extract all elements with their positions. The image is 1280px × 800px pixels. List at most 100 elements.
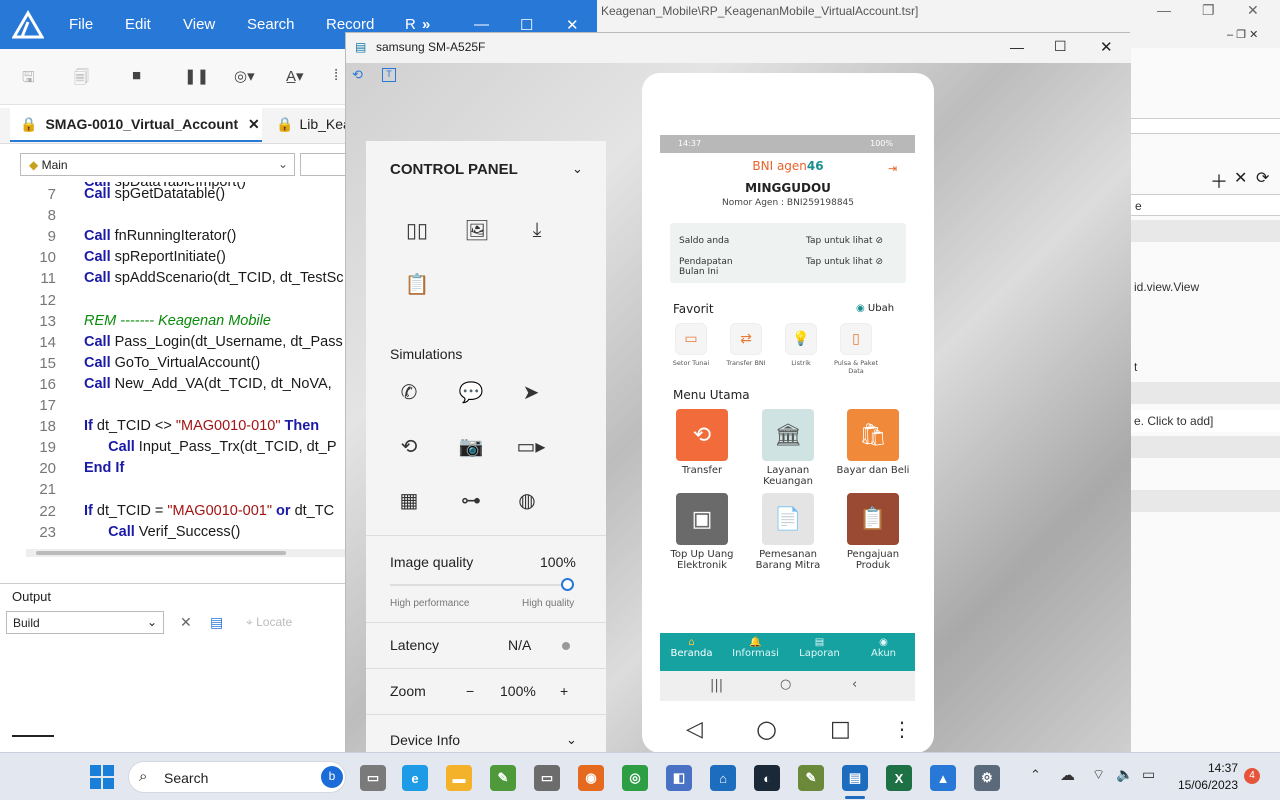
menu-layanan-keuangan[interactable]: 🏛 Layanan Keuangan [751,409,825,487]
spy-icon[interactable]: A̲▾ [286,67,304,85]
maximize-icon[interactable]: ☐ [1054,38,1067,55]
download-icon[interactable]: ⤓ [522,215,552,245]
logout-icon[interactable]: ⇥ [888,162,897,175]
taskbar-search[interactable]: ⌕ Search b [128,761,346,793]
tap-saldo[interactable]: Tap untuk lihat ⊘ [806,236,883,246]
home-icon[interactable]: ○ [780,677,791,692]
ubah-button[interactable]: ◉ Ubah [856,303,894,314]
chevron-more-icon[interactable]: » [422,16,430,33]
volume-icon[interactable]: 🔈 [1116,766,1133,783]
edge-icon[interactable]: e [402,765,428,791]
chevron-down-icon[interactable]: ⌄ [566,732,577,748]
nav-informasi[interactable]: 🔔 Informasi [724,633,787,671]
menu-transfer[interactable]: ⟲ Transfer [665,409,739,476]
overview-icon[interactable]: □ [830,717,851,742]
home-icon[interactable]: ○ [756,715,777,743]
file-explorer-icon[interactable]: ▬ [446,765,472,791]
chevron-down-icon[interactable]: ⌄ [572,161,583,177]
clock-date[interactable]: 15/06/2023 [1172,778,1238,792]
app-icon[interactable]: ▭ [534,765,560,791]
rotate-icon[interactable]: ⟲ [352,67,363,83]
app-icon[interactable]: ⌂ [710,765,736,791]
battery-icon[interactable]: ⟲ [394,431,424,461]
menu-view[interactable]: View [183,16,215,33]
back-icon[interactable]: ◁ [686,717,703,742]
network-icon[interactable]: ◍ [512,485,542,515]
delete-icon[interactable]: ✕ [1234,168,1247,188]
add-icon[interactable]: ＋ [1210,168,1228,194]
minimize-icon[interactable]: — [474,16,489,33]
zoom-in-button[interactable]: + [560,683,568,699]
minimize-icon[interactable]: — [1157,2,1171,18]
recents-icon[interactable]: ||| [710,678,723,693]
close-tab-icon[interactable]: ✕ [242,116,260,132]
device-rotate-icon[interactable]: ▯▯ [402,215,432,245]
menu-top-up[interactable]: ▣ Top Up Uang Elektronik [665,493,739,571]
event-select[interactable] [300,153,345,176]
zoom-out-button[interactable]: − [466,683,474,699]
save-all-icon[interactable]: 🗐 [74,67,89,92]
favorite-listrik[interactable]: 💡 Listrik [772,323,830,367]
tab-lib[interactable]: 🔒 Lib_Kea [270,108,350,142]
menu-pemesanan[interactable]: 📄 Pemesanan Barang Mitra [751,493,825,571]
tab-smag-0010[interactable]: 🔒 SMAG-0010_Virtual_Account ✕ [10,108,262,142]
menu-search[interactable]: Search [247,16,295,33]
qr-code-icon[interactable]: ▦ [394,485,424,515]
locate-button[interactable]: ⌖ Locate [246,615,292,630]
output-source-select[interactable]: Build ⌄ [6,611,164,634]
inner-window-controls[interactable]: ‒ ❐ ✕ [1227,28,1258,41]
clear-output-icon[interactable]: ✕ [180,614,192,631]
location-icon[interactable]: ➤ [516,377,546,407]
favorite-setor-tunai[interactable]: ▭ Setor Tunai [662,323,720,367]
nav-beranda[interactable]: ⌂ Beranda [660,633,723,671]
app-icon[interactable]: ◧ [666,765,692,791]
right-panel-field[interactable] [1130,118,1280,134]
fingerprint-icon[interactable]: ⊶ [456,485,486,515]
steam-icon[interactable]: ◐ [754,765,780,791]
stop-icon[interactable]: ■ [132,67,141,84]
camera-icon[interactable]: 📷 [456,431,486,461]
phone-icon[interactable]: ✆ [394,377,424,407]
excel-icon[interactable]: X [886,765,912,791]
refresh-icon[interactable]: ⟳ [1256,168,1269,188]
settings-icon[interactable]: ⚙ [974,765,1000,791]
windows-start-icon[interactable] [90,765,114,789]
notification-badge[interactable]: 4 [1244,768,1260,784]
emulator-taskbar-icon[interactable]: ▤ [842,765,868,791]
clock-time[interactable]: 14:37 [1172,761,1238,775]
ide-taskbar-icon[interactable]: ▲ [930,765,956,791]
firefox-icon[interactable]: ◉ [578,765,604,791]
video-icon[interactable]: ▭▸ [516,431,546,461]
menu-bayar-beli[interactable]: 🛍 Bayar dan Beli [836,409,910,476]
screenshot-icon[interactable]: 🖼 [462,215,492,245]
app-icon[interactable]: ✎ [490,765,516,791]
tap-pendapatan[interactable]: Tap untuk lihat ⊘ [806,257,883,267]
battery-icon[interactable]: ▭ [1142,766,1155,783]
menu-pengajuan[interactable]: 📋 Pengajuan Produk [836,493,910,571]
text-icon[interactable]: T [382,68,396,82]
menu-file[interactable]: File [69,16,93,33]
wrap-icon[interactable]: ▤ [210,614,223,631]
favorite-pulsa[interactable]: ▯ Pulsa & Paket Data [827,323,885,375]
message-icon[interactable]: 💬 [456,377,486,407]
nav-laporan[interactable]: ▤ Laporan [788,633,851,671]
app-logo-icon[interactable] [11,10,45,40]
onedrive-icon[interactable]: ☁ [1060,766,1075,784]
save-icon[interactable]: 🖫 [22,67,35,92]
slider-handle[interactable] [561,578,574,591]
horizontal-scrollbar[interactable] [26,549,346,557]
task-view-icon[interactable]: ▭ [360,765,386,791]
back-icon[interactable]: ‹ [852,677,857,692]
nav-akun[interactable]: ◉ Akun [852,633,915,671]
close-icon[interactable]: ✕ [1100,38,1113,56]
menu-edit[interactable]: Edit [125,16,151,33]
notepad-icon[interactable]: ✎ [798,765,824,791]
more-icon[interactable]: ⋮ [892,717,912,741]
procedure-select[interactable]: ◆ Main ⌄ [20,153,295,176]
chevron-up-icon[interactable]: ⌃ [1030,767,1041,783]
menu-run[interactable]: R [405,16,416,33]
minimize-icon[interactable]: — [1010,39,1024,55]
pause-icon[interactable]: ❚❚ [184,67,209,85]
favorite-transfer-bni[interactable]: ⇄ Transfer BNI [717,323,775,367]
image-quality-slider[interactable] [390,584,570,586]
